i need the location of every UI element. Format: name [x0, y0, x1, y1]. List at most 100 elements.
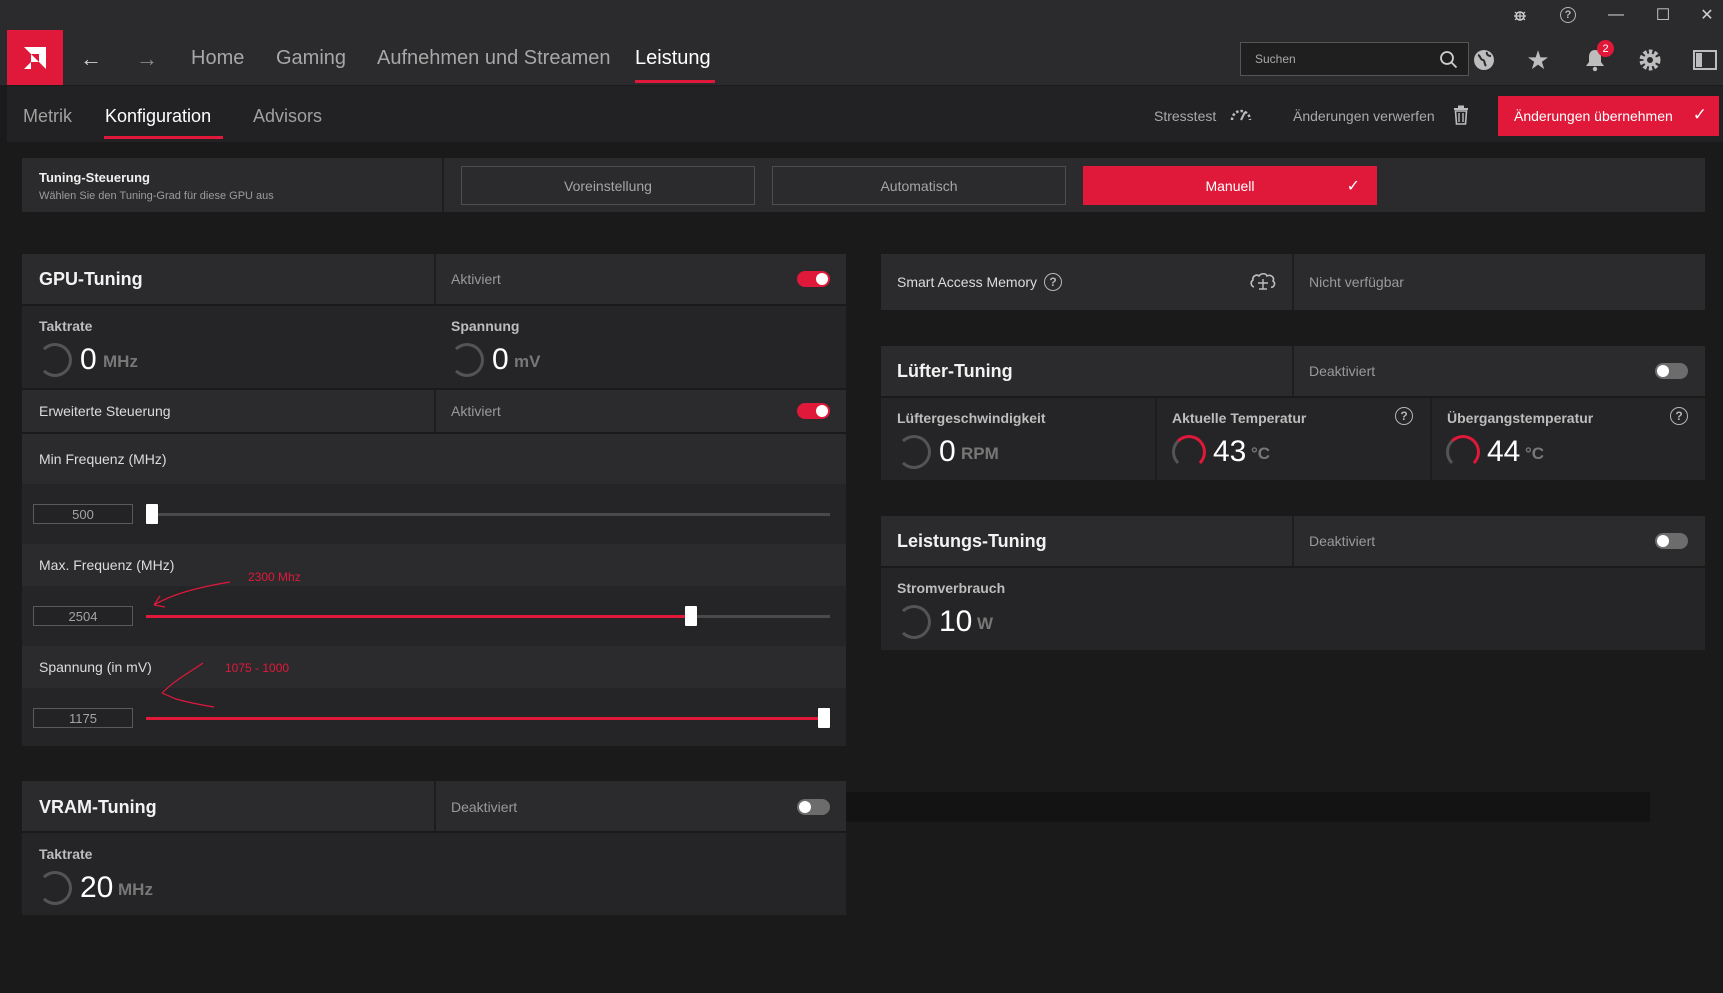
max-freq-slider-thumb[interactable] — [685, 606, 697, 626]
preset-button[interactable]: Voreinstellung — [461, 166, 755, 205]
automatic-button[interactable]: Automatisch — [772, 166, 1066, 205]
gpu-tuning-toggle[interactable] — [797, 271, 830, 287]
min-freq-slider-thumb[interactable] — [146, 504, 158, 524]
star-icon[interactable]: ★ — [1523, 45, 1553, 75]
gear-icon[interactable] — [1635, 45, 1665, 75]
gpu-tuning-title: GPU-Tuning — [39, 269, 143, 289]
nav-home[interactable]: Home — [191, 47, 244, 70]
nav-gaming[interactable]: Gaming — [276, 47, 346, 70]
divider — [442, 158, 444, 212]
stresstest-label[interactable]: Stresstest — [1154, 108, 1216, 124]
voltage-unit: mV — [514, 352, 541, 371]
advanced-control-toggle[interactable] — [797, 403, 830, 419]
voltage-slider-label: Spannung (in mV) — [39, 659, 152, 675]
check-icon: ✓ — [1346, 178, 1360, 195]
apply-changes-label: Änderungen übernehmen — [1514, 108, 1673, 124]
vram-clock-unit: MHz — [118, 880, 153, 899]
current-temperature-unit: °C — [1251, 444, 1271, 463]
junction-temperature-label: Übergangstemperatur — [1447, 410, 1594, 426]
fan-tuning-status: Deaktiviert — [1309, 363, 1376, 379]
gpu-metrics-card — [22, 306, 846, 388]
divider — [434, 390, 436, 432]
globe-icon[interactable] — [1469, 46, 1499, 74]
tab-advisors[interactable]: Advisors — [253, 106, 322, 127]
min-freq-label: Min Frequenz (MHz) — [39, 451, 167, 467]
gpu-tuning-status: Aktiviert — [451, 271, 501, 287]
current-temperature-gauge — [1172, 435, 1206, 469]
help-icon[interactable]: ? — [1670, 407, 1688, 425]
advanced-control-label: Erweiterte Steuerung — [39, 403, 171, 419]
search-input[interactable]: Suchen — [1240, 42, 1469, 76]
annotation-arrow-icon — [161, 662, 215, 708]
divider — [1292, 346, 1294, 396]
maximize-icon[interactable]: ☐ — [1650, 4, 1676, 26]
max-freq-label: Max. Frequenz (MHz) — [39, 557, 175, 573]
power-draw-label: Stromverbrauch — [897, 580, 1006, 596]
back-arrow-icon[interactable]: ← — [76, 46, 106, 72]
max-freq-slider-fill — [146, 615, 690, 618]
vram-clock-label: Taktrate — [39, 846, 93, 862]
vram-tuning-title: VRAM-Tuning — [39, 797, 157, 817]
vram-clock-gauge — [38, 871, 72, 905]
max-freq-annotation: 2300 Mhz — [248, 570, 301, 584]
advanced-control-status: Aktiviert — [451, 403, 501, 419]
tab-metrics[interactable]: Metrik — [23, 106, 72, 127]
junction-temperature-unit: °C — [1525, 444, 1545, 463]
tuning-control-title: Tuning-Steuerung — [39, 170, 150, 185]
voltage-label: Spannung — [451, 318, 520, 334]
max-freq-input[interactable]: 2504 — [33, 606, 133, 626]
discard-changes-button[interactable]: Änderungen verwerfen — [1293, 108, 1435, 124]
vram-metrics-card — [22, 833, 846, 915]
sidebar-panel-icon[interactable] — [1690, 46, 1720, 74]
smart-access-memory-label: Smart Access Memory — [897, 274, 1038, 290]
voltage-slider-input[interactable]: 1175 — [33, 708, 133, 728]
clock-label: Taktrate — [39, 318, 93, 334]
voltage-value: 0 — [492, 343, 509, 376]
forward-arrow-icon[interactable]: → — [132, 46, 162, 72]
fan-speed-unit: RPM — [961, 444, 999, 463]
check-icon: ✓ — [1692, 105, 1707, 124]
divider — [1155, 398, 1157, 480]
manual-button[interactable]: Manuell ✓ — [1083, 166, 1377, 205]
help-icon[interactable]: ? — [1395, 407, 1413, 425]
speedometer-icon[interactable] — [1228, 104, 1254, 124]
fan-speed-value: 0 — [939, 435, 956, 468]
vram-tuning-toggle[interactable] — [797, 799, 830, 815]
close-icon[interactable]: ✕ — [1694, 4, 1720, 26]
clock-value: 0 — [80, 343, 97, 376]
trash-icon[interactable] — [1451, 104, 1471, 126]
power-draw-unit: W — [977, 614, 994, 633]
help-icon[interactable]: ? — [1044, 273, 1062, 291]
clock-gauge — [38, 343, 72, 377]
amd-logo[interactable] — [7, 30, 63, 85]
power-draw-gauge — [897, 605, 931, 639]
apply-changes-button[interactable]: Änderungen übernehmen ✓ — [1498, 96, 1719, 136]
minimize-icon[interactable]: — — [1603, 4, 1629, 26]
fan-speed-label: Lüftergeschwindigkeit — [897, 410, 1046, 426]
voltage-slider-thumb[interactable] — [818, 708, 830, 728]
title-bar — [0, 0, 1723, 30]
fan-tuning-toggle[interactable] — [1655, 363, 1688, 379]
junction-temperature-gauge — [1446, 435, 1480, 469]
nav-record-stream[interactable]: Aufnehmen und Streamen — [377, 47, 611, 70]
min-freq-slider-track[interactable] — [146, 513, 830, 516]
min-freq-input[interactable]: 500 — [33, 504, 133, 524]
power-tuning-toggle[interactable] — [1655, 533, 1688, 549]
brain-chip-icon — [1249, 270, 1277, 294]
help-icon[interactable]: ? — [1555, 4, 1581, 26]
divider — [434, 781, 436, 831]
tab-configuration[interactable]: Konfiguration — [105, 106, 211, 127]
notification-badge: 2 — [1597, 40, 1614, 57]
divider — [1292, 516, 1294, 566]
tuning-control-subtitle: Wählen Sie den Tuning-Grad für diese GPU… — [39, 190, 274, 202]
search-icon[interactable] — [1439, 50, 1458, 69]
current-temperature-label: Aktuelle Temperatur — [1172, 410, 1307, 426]
power-tuning-title: Leistungs-Tuning — [897, 531, 1047, 551]
power-tuning-status: Deaktiviert — [1309, 533, 1376, 549]
clock-unit: MHz — [103, 352, 138, 371]
vram-clock-value: 20 — [80, 871, 114, 904]
manual-button-label: Manuell — [1205, 177, 1255, 194]
nav-performance[interactable]: Leistung — [635, 47, 711, 70]
bug-report-icon[interactable] — [1507, 4, 1533, 26]
tab-active-underline — [104, 136, 223, 139]
